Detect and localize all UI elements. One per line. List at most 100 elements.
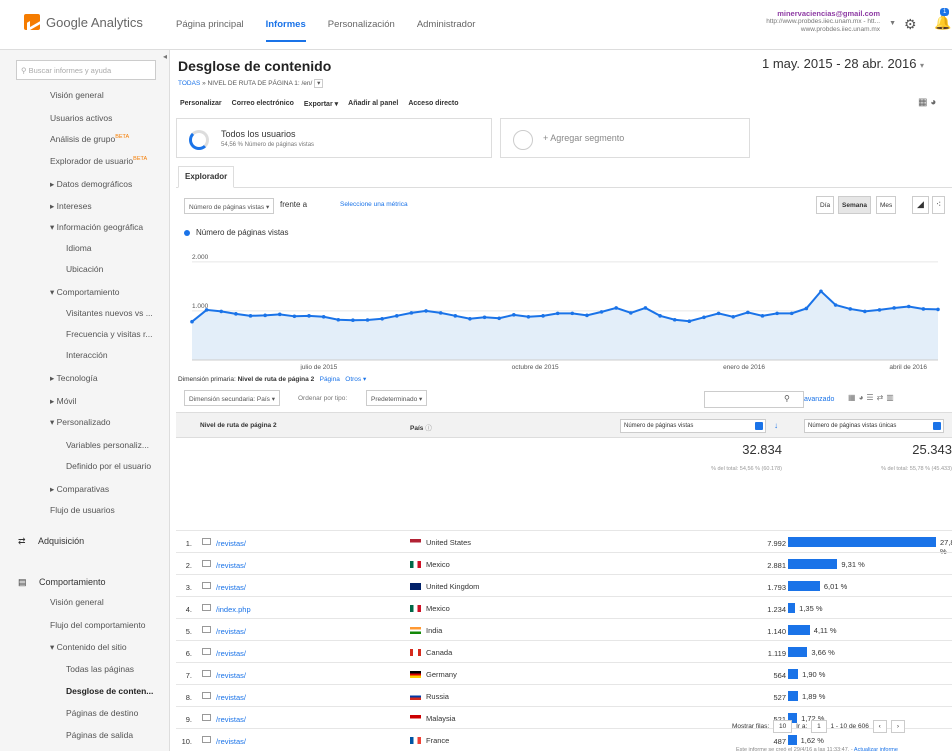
nav-admin[interactable]: Administrador <box>417 19 476 42</box>
email-button[interactable]: Correo electrónico <box>232 100 294 108</box>
row-page-link[interactable]: /index.php <box>216 605 251 614</box>
eye-icon[interactable]: ◕ <box>930 97 936 108</box>
row-country[interactable]: Mexico <box>426 604 450 613</box>
grid-icon[interactable]: ▦ <box>918 97 927 108</box>
sidebar-behavior-item[interactable]: Flujo del comportamiento <box>50 620 145 630</box>
pivot-view-icon[interactable]: ▥ <box>886 393 897 402</box>
row-page-link[interactable]: /revistas/ <box>216 693 246 702</box>
logo[interactable]: Google Analytics <box>24 14 143 30</box>
row-page-link[interactable]: /revistas/ <box>216 583 246 592</box>
row-page-link[interactable]: /revistas/ <box>216 671 246 680</box>
sidebar-item[interactable]: Visión general <box>50 90 104 100</box>
add-segment-button[interactable]: + Agregar segmento <box>500 118 750 158</box>
collapse-sidebar-icon[interactable]: ◂ <box>163 52 167 61</box>
table-view-icon[interactable]: ▦ <box>848 393 859 402</box>
sidebar-item[interactable]: ▸ Datos demográficos <box>50 179 132 190</box>
sidebar-section[interactable]: ⇄ Adquisición <box>18 536 84 547</box>
row-country[interactable]: Germany <box>426 670 457 679</box>
motion-chart-icon[interactable]: ⁖ <box>932 196 946 214</box>
notifications-icon[interactable]: 🔔 1 <box>934 8 951 31</box>
sidebar-item[interactable]: Flujo de usuarios <box>50 505 115 515</box>
row-country[interactable]: Malaysia <box>426 714 456 723</box>
row-country[interactable]: France <box>426 736 449 745</box>
sidebar-item[interactable]: Frecuencia y visitas r... <box>66 329 152 339</box>
breadcrumb-dropdown-icon[interactable]: ▾ <box>314 79 324 88</box>
row-page-link[interactable]: /revistas/ <box>216 539 246 548</box>
row-page-link[interactable]: /revistas/ <box>216 649 246 658</box>
header-page-level[interactable]: Nivel de ruta de página 2 <box>200 422 277 429</box>
sort-type-select[interactable]: Predeterminado ▾ <box>366 390 428 406</box>
goto-page-input[interactable]: 1 <box>811 720 827 733</box>
export-button[interactable]: Exportar ▾ <box>304 100 338 108</box>
sidebar-item[interactable]: ▸ Tecnología <box>50 373 98 384</box>
prev-page-button[interactable]: ‹ <box>872 720 887 733</box>
row-checkbox-icon[interactable] <box>202 648 211 655</box>
sidebar-item[interactable]: ▸ Móvil <box>50 396 76 407</box>
refresh-report-link[interactable]: Actualizar informe <box>854 747 898 753</box>
metric1-select[interactable]: Número de páginas vistas <box>620 419 766 433</box>
secondary-dimension-select[interactable]: Dimensión secundaria: País ▾ <box>184 390 280 406</box>
sidebar-behavior-item[interactable]: Páginas de destino <box>66 708 138 718</box>
row-page-link[interactable]: /revistas/ <box>216 715 246 724</box>
bar-view-icon[interactable]: ☰ <box>866 393 876 402</box>
sidebar-item[interactable]: Ubicación <box>66 264 103 274</box>
row-checkbox-icon[interactable] <box>202 736 211 743</box>
metric2-select[interactable]: Número de páginas vistas únicas <box>804 419 944 433</box>
sidebar-section[interactable]: ▤ Comportamiento <box>18 577 106 588</box>
add-to-dashboard-button[interactable]: Añadir al panel <box>348 100 398 108</box>
sidebar-item[interactable]: Idioma <box>66 243 92 253</box>
sidebar-item[interactable]: Usuarios activos <box>50 113 112 123</box>
sidebar-item[interactable]: ▸ Comparativas <box>50 484 109 495</box>
header-country[interactable]: País ⓘ <box>410 422 432 432</box>
sidebar-behavior-item[interactable]: Visión general <box>50 597 104 607</box>
sidebar-behavior-item[interactable]: Desglose de conten... <box>66 686 153 696</box>
sidebar-behavior-item[interactable]: Páginas de salida <box>66 730 133 740</box>
sidebar-item[interactable]: Análisis de grupoBETA <box>50 134 129 144</box>
row-checkbox-icon[interactable] <box>202 626 211 633</box>
row-checkbox-icon[interactable] <box>202 560 211 567</box>
row-country[interactable]: India <box>426 626 442 635</box>
dimension-link-page[interactable]: Página <box>320 376 340 383</box>
row-page-link[interactable]: /revistas/ <box>216 737 246 746</box>
sidebar-item[interactable]: Definido por el usuario <box>66 461 151 471</box>
sidebar-item[interactable]: ▾ Personalizado <box>50 417 111 428</box>
account-selector[interactable]: minervaciencias@gmail.com http://www.pro… <box>730 10 896 34</box>
tab-explorer[interactable]: Explorador <box>178 166 235 188</box>
advanced-filter-link[interactable]: avanzado <box>804 396 834 403</box>
breadcrumb-root[interactable]: TODAS <box>178 80 200 87</box>
date-range-picker[interactable]: 1 may. 2015 - 28 abr. 2016 ▾ <box>762 56 924 71</box>
row-checkbox-icon[interactable] <box>202 670 211 677</box>
sidebar-item[interactable]: Interacción <box>66 350 108 360</box>
sidebar-item[interactable]: Visitantes nuevos vs ... <box>66 308 153 318</box>
granularity-week[interactable]: Semana <box>838 196 871 214</box>
line-chart-icon[interactable]: ◢ <box>912 196 929 214</box>
sidebar-item[interactable]: Explorador de usuarioBETA <box>50 156 147 166</box>
nav-home[interactable]: Página principal <box>176 19 244 42</box>
row-checkbox-icon[interactable] <box>202 714 211 721</box>
dimension-link-other[interactable]: Otros ▾ <box>345 376 366 383</box>
row-checkbox-icon[interactable] <box>202 692 211 699</box>
row-country[interactable]: Mexico <box>426 560 450 569</box>
select-metric-link[interactable]: Seleccione una métrica <box>340 201 408 208</box>
row-checkbox-icon[interactable] <box>202 604 211 611</box>
granularity-month[interactable]: Mes <box>876 196 897 214</box>
sidebar-item[interactable]: Variables personaliz... <box>66 440 149 450</box>
search-icon[interactable]: ⚲ <box>784 394 790 403</box>
segment-all-users[interactable]: Todos los usuarios 54,56 % Número de pág… <box>176 118 492 158</box>
row-country[interactable]: United Kingdom <box>426 582 479 591</box>
row-page-link[interactable]: /revistas/ <box>216 561 246 570</box>
sidebar-behavior-item[interactable]: ▾ Contenido del sitio <box>50 642 127 653</box>
row-page-link[interactable]: /revistas/ <box>216 627 246 636</box>
gear-icon[interactable]: ⚙ <box>904 16 917 33</box>
row-checkbox-icon[interactable] <box>202 538 211 545</box>
row-country[interactable]: United States <box>426 538 471 547</box>
metric-select[interactable]: Número de páginas vistas ▾ <box>184 198 275 214</box>
comparison-view-icon[interactable]: ⇄ <box>877 393 887 402</box>
rows-per-page-select[interactable]: 10 <box>773 720 793 733</box>
row-checkbox-icon[interactable] <box>202 582 211 589</box>
granularity-day[interactable]: Día <box>816 196 835 214</box>
shortcut-button[interactable]: Acceso directo <box>408 100 458 108</box>
next-page-button[interactable]: › <box>890 720 905 733</box>
sidebar-item[interactable]: ▸ Intereses <box>50 201 92 212</box>
row-country[interactable]: Canada <box>426 648 452 657</box>
